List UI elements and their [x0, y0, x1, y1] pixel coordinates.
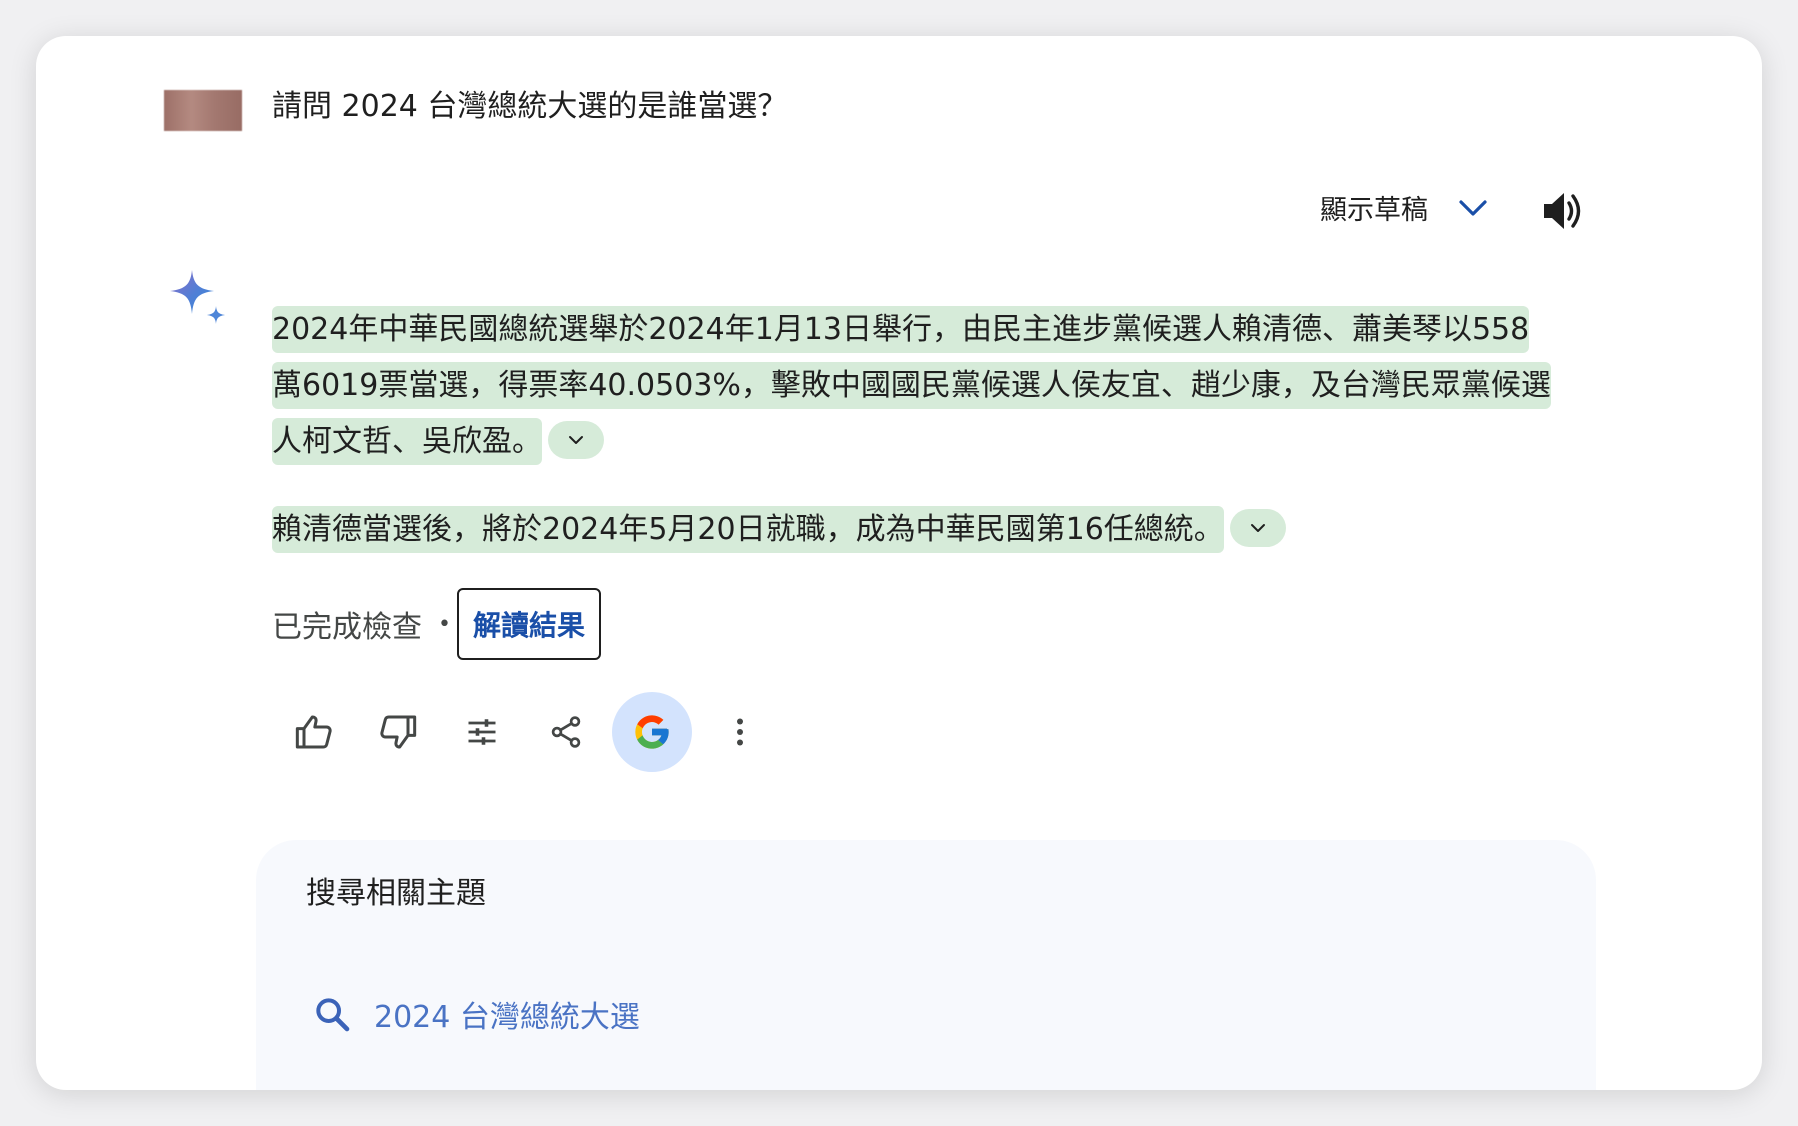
google-g-icon[interactable] [612, 692, 692, 772]
chat-card: 請問 2024 台灣總統大選的是誰當選？ 顯示草稿 2024年中華民國總統選舉於… [36, 36, 1762, 1090]
related-topics-title: 搜尋相關主題 [306, 876, 486, 911]
grounded-text-2[interactable]: 賴清德當選後，將於2024年5月20日就職，成為中華民國第16任總統。 [272, 506, 1224, 553]
double-check-row: 已完成檢查 • 解讀結果 [272, 588, 601, 660]
related-topics-panel: 搜尋相關主題 2024 台灣總統大選 [256, 840, 1596, 1090]
chevron-down-icon [1250, 523, 1265, 532]
share-icon[interactable] [524, 692, 608, 772]
model-answer: 2024年中華民國總統選舉於2024年1月13日舉行，由民主進步黨候選人賴清德、… [272, 302, 1552, 558]
user-avatar [164, 90, 242, 131]
user-question: 請問 2024 台灣總統大選的是誰當選？ [272, 89, 788, 124]
source-expand-button-1[interactable] [548, 420, 604, 459]
source-expand-button-2[interactable] [1229, 508, 1286, 547]
check-status: 已完成檢查 [272, 610, 422, 645]
thumb-up-icon[interactable] [272, 692, 356, 772]
related-topic-item[interactable]: 2024 台灣總統大選 [312, 992, 640, 1036]
tune-icon[interactable] [440, 692, 524, 772]
response-actions [272, 692, 782, 772]
answer-paragraph-1: 2024年中華民國總統選舉於2024年1月13日舉行，由民主進步黨候選人賴清德、… [272, 302, 1552, 470]
grounded-text-1[interactable]: 2024年中華民國總統選舉於2024年1月13日舉行，由民主進步黨候選人賴清德、… [272, 306, 1551, 465]
search-icon [316, 998, 350, 1032]
chevron-down-icon [1456, 191, 1490, 225]
check-separator: • [438, 611, 451, 637]
answer-paragraph-2: 賴清德當選後，將於2024年5月20日就職，成為中華民國第16任總統。 [272, 502, 1552, 558]
interpret-results-button[interactable]: 解讀結果 [456, 588, 601, 660]
show-drafts-label: 顯示草稿 [1320, 195, 1428, 226]
more-vert-icon[interactable] [698, 692, 782, 772]
thumb-down-icon[interactable] [356, 692, 440, 772]
show-drafts-toggle[interactable]: 顯示草稿 [1320, 188, 1490, 227]
related-topic-label: 2024 台灣總統大選 [374, 1000, 640, 1035]
chevron-down-icon [569, 435, 583, 444]
gemini-sparkle-icon [168, 268, 232, 332]
speaker-icon[interactable] [1540, 188, 1588, 234]
